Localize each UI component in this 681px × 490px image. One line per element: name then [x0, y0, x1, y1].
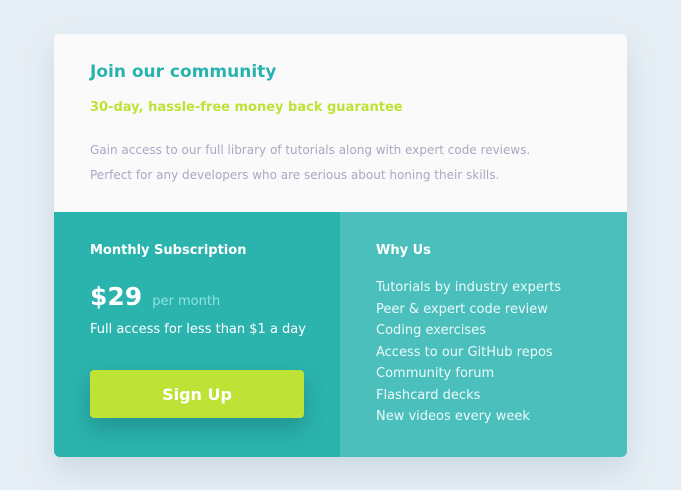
- price-row: $29 per month: [90, 282, 220, 311]
- subscription-title: Monthly Subscription: [90, 243, 247, 258]
- page: Join our community 30-day, hassle-free m…: [0, 0, 681, 490]
- guarantee-text: 30-day, hassle-free money back guarantee: [90, 100, 403, 115]
- why-us-title: Why Us: [376, 243, 431, 258]
- subscription-note: Full access for less than $1 a day: [90, 322, 306, 337]
- subscription-panel: Monthly Subscription $29 per month Full …: [54, 212, 340, 457]
- description-line-1: Gain access to our full library of tutor…: [90, 143, 531, 157]
- why-us-list: Tutorials by industry experts Peer & exp…: [376, 277, 561, 428]
- description: Gain access to our full library of tutor…: [90, 138, 610, 188]
- card-header-section: Join our community 30-day, hassle-free m…: [54, 34, 627, 212]
- why-us-item: Community forum: [376, 366, 495, 381]
- sign-up-button[interactable]: Sign Up: [90, 370, 304, 418]
- pricing-card: Join our community 30-day, hassle-free m…: [54, 34, 627, 457]
- description-line-2: Perfect for any developers who are serio…: [90, 168, 500, 182]
- why-us-panel: Why Us Tutorials by industry experts Pee…: [340, 212, 627, 457]
- why-us-item: New videos every week: [376, 409, 530, 424]
- card-title: Join our community: [90, 62, 277, 82]
- why-us-item: Flashcard decks: [376, 387, 481, 403]
- why-us-item: Coding exercises: [376, 323, 486, 338]
- why-us-item: Tutorials by industry experts: [376, 280, 562, 295]
- price-period: per month: [152, 294, 221, 309]
- why-us-item: Peer & expert code review: [376, 301, 548, 317]
- why-us-item: Access to our GitHub repos: [376, 344, 553, 360]
- price: $29: [90, 282, 143, 311]
